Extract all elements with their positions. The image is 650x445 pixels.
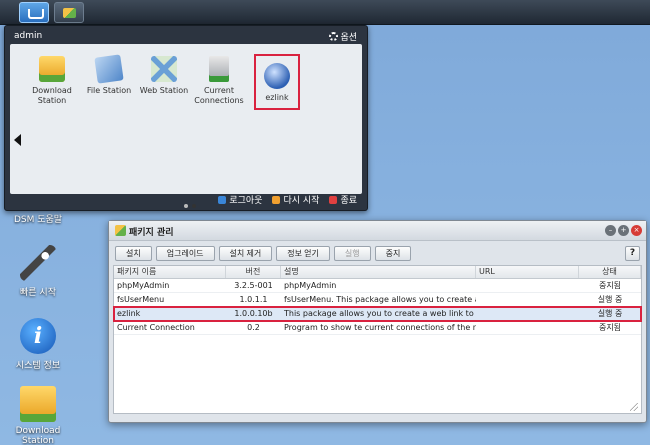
shutdown-button[interactable]: 종료	[329, 193, 357, 206]
cell-status: 실행 중	[597, 309, 623, 318]
upgrade-button[interactable]: 업그레이드	[155, 246, 215, 261]
package-icon	[115, 225, 126, 236]
file-station-icon	[94, 54, 124, 84]
close-icon[interactable]: ×	[631, 225, 642, 236]
desktop-icon-system-info[interactable]: i 시스템 정보	[3, 318, 73, 371]
page-dot-active[interactable]	[192, 204, 196, 208]
toolbar: 설치 업그레이드 설치 제거 정보 얻기 실행 중지	[115, 246, 412, 261]
menu-footer: 로그아웃 다시 시작 종료	[218, 193, 357, 206]
app-label: ezlink	[265, 93, 289, 102]
app-label: Web Station	[139, 86, 189, 95]
app-label: Current Connections	[194, 86, 244, 105]
uninstall-button[interactable]: 설치 제거	[218, 246, 273, 261]
options-button[interactable]: 옵션	[329, 30, 357, 43]
desktop-icon-label: 빠른 시작	[20, 288, 56, 298]
logout-label: 로그아웃	[229, 196, 263, 206]
table-row[interactable]: phpMyAdmin 3.2.5-001 phpMyAdmin 중지됨	[114, 279, 641, 293]
column-header-name[interactable]: 패키지 이름	[114, 266, 226, 278]
menu-username: admin	[14, 31, 43, 41]
stop-button[interactable]: 중지	[374, 246, 412, 261]
taskbar	[0, 0, 650, 25]
cell-version: 0.2	[247, 323, 260, 332]
help-button[interactable]: ?	[625, 246, 640, 261]
table-row-selected[interactable]: ezlink 1.0.0.10b This package allows you…	[113, 306, 642, 322]
cell-description: Program to show te current connections o…	[284, 323, 476, 332]
cell-name: phpMyAdmin	[117, 281, 170, 290]
restart-label: 다시 시작	[283, 196, 320, 206]
desktop-icon-label: DSM 도움말	[13, 215, 63, 225]
app-web-station[interactable]: Web Station	[136, 56, 192, 96]
cell-url	[476, 307, 579, 320]
window-title: 패키지 관리	[129, 228, 174, 238]
globe-link-icon	[264, 63, 290, 89]
resize-grip-icon[interactable]	[630, 403, 638, 411]
cell-version: 1.0.0.10b	[234, 309, 273, 318]
desktop-icon-download-station[interactable]: Download Station	[3, 386, 73, 445]
get-info-button[interactable]: 정보 얻기	[276, 246, 330, 261]
app-download-station[interactable]: Download Station	[24, 56, 80, 106]
column-header-description[interactable]: 설명	[281, 266, 476, 278]
cell-url	[476, 293, 579, 306]
package-manager-window: 패키지 관리 – + × 설치 업그레이드 설치 제거 정보 얻기 실행 중지 …	[108, 220, 647, 423]
package-manager-task-button[interactable]	[54, 2, 84, 23]
cell-name: ezlink	[117, 309, 141, 318]
app-label: Download Station	[32, 86, 72, 105]
column-header-status[interactable]: 상태	[579, 266, 641, 278]
cell-status: 중지됨	[598, 281, 622, 290]
cell-status: 실행 중	[597, 295, 623, 304]
desktop-icon-label: Download Station	[15, 426, 61, 445]
desktop-icon-quick-start[interactable]: 빠른 시작	[3, 245, 73, 298]
minimize-icon[interactable]: –	[605, 225, 616, 236]
app-current-connections[interactable]: Current Connections	[191, 56, 247, 106]
install-button[interactable]: 설치	[115, 246, 152, 261]
web-station-icon	[151, 56, 177, 82]
magic-wand-icon	[20, 245, 56, 281]
logout-icon	[218, 195, 227, 204]
download-station-icon	[20, 386, 56, 422]
restart-button[interactable]: 다시 시작	[272, 193, 319, 206]
maximize-icon[interactable]: +	[618, 225, 629, 236]
app-label: File Station	[86, 86, 132, 95]
gear-icon	[329, 32, 339, 41]
page-indicator	[184, 204, 196, 208]
run-button[interactable]: 실행	[333, 246, 371, 261]
cell-name: fsUserMenu	[117, 295, 165, 304]
logout-button[interactable]: 로그아웃	[218, 193, 262, 206]
table-row[interactable]: fsUserMenu 1.0.1.1 fsUserMenu. This pack…	[114, 293, 641, 307]
cell-url	[476, 321, 579, 334]
shutdown-label: 종료	[340, 196, 357, 206]
table-header: 패키지 이름 버전 설명 URL 상태	[114, 266, 641, 279]
table-row[interactable]: Current Connection 0.2 Program to show t…	[114, 321, 641, 335]
app-ezlink[interactable]: ezlink	[254, 54, 300, 110]
cell-description: This package allows you to create a web …	[284, 309, 476, 318]
start-menu-button[interactable]	[19, 2, 49, 23]
download-station-icon	[39, 56, 65, 82]
cell-version: 3.2.5-001	[234, 281, 273, 290]
cell-version: 1.0.1.1	[239, 295, 268, 304]
app-file-station[interactable]: File Station	[81, 54, 137, 96]
package-table: 패키지 이름 버전 설명 URL 상태 phpMyAdmin 3.2.5-001…	[113, 265, 642, 414]
cell-description: phpMyAdmin	[284, 281, 337, 290]
restart-icon	[272, 195, 281, 204]
cell-name: Current Connection	[117, 323, 195, 332]
cell-url	[476, 279, 579, 292]
window-titlebar[interactable]: 패키지 관리 – + ×	[109, 221, 646, 241]
shutdown-icon	[329, 195, 338, 204]
menu-app-area: Download Station File Station Web Statio…	[10, 44, 362, 208]
prev-page-arrow-icon[interactable]	[14, 134, 21, 146]
options-label: 옵션	[340, 33, 357, 43]
page-dot[interactable]	[184, 204, 188, 208]
column-header-version[interactable]: 버전	[226, 266, 281, 278]
server-icon	[209, 56, 229, 82]
cell-description: fsUserMenu. This package allows you to c…	[284, 295, 476, 304]
info-icon: i	[20, 318, 56, 354]
desktop-icon-label: 시스템 정보	[15, 361, 61, 371]
cell-status: 중지됨	[598, 323, 622, 332]
start-menu: admin 옵션 Download Station File Station W…	[4, 25, 368, 211]
column-header-url[interactable]: URL	[476, 266, 579, 278]
